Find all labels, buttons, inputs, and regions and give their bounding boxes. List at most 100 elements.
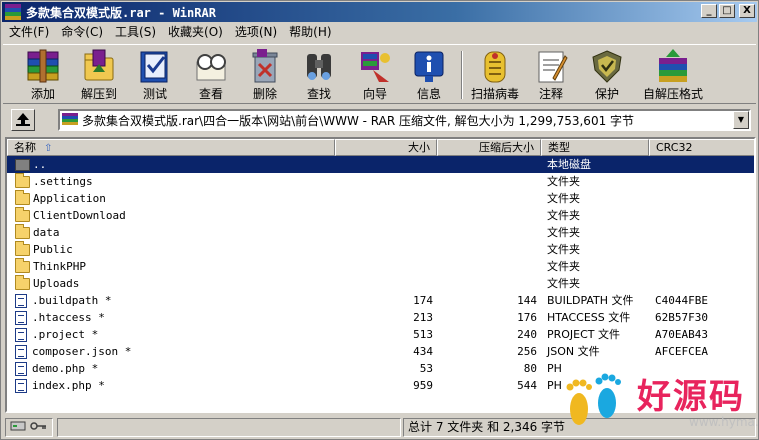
file-type: 文件夹 [547,260,580,273]
row-name: .. [7,156,335,173]
view-button[interactable]: 查看 [183,48,239,102]
status-drive-box [5,418,53,437]
col-crc[interactable]: CRC32 [649,139,754,156]
file-size [335,241,437,258]
file-crc [649,190,754,207]
sort-up-icon: ⇧ [44,143,53,154]
folder-row[interactable]: Uploads 文件夹 [7,275,754,292]
file-size [335,258,437,275]
add-button[interactable]: 添加 [15,48,71,102]
file-packed-size [437,241,541,258]
drive-key-icon [10,421,46,431]
folder-icon [15,275,30,290]
file-row[interactable]: .project * 513 240 PROJECT 文件 A70EAB43 [7,326,754,343]
row-name: Public [7,241,335,258]
extract-to-icon [81,48,117,84]
file-size: 174 [413,294,433,307]
menu-help[interactable]: 帮助(H) [283,23,337,42]
folder-row[interactable]: Public 文件夹 [7,241,754,258]
file-packed-size [437,173,541,190]
file-size: 434 [413,345,433,358]
toolbar: 添加 解压到 测试 查看 删除 查找 向导 信息 扫描病毒 注释 保护 自解压格… [3,44,756,104]
protect-button[interactable]: 保护 [579,48,635,102]
delete-button[interactable]: 删除 [237,48,293,102]
file-size [335,207,437,224]
file-name: .. [33,158,47,171]
file-name: Public [33,243,73,256]
file-crc: A70EAB43 [655,328,708,341]
file-crc: 62B57F30 [655,311,708,324]
file-name: Uploads [33,277,80,290]
find-button[interactable]: 查找 [291,48,347,102]
info-icon [411,48,447,84]
address-row: 多款集合双模式版.rar\四合一版本\网站\前台\WWW - RAR 压缩文件,… [3,107,756,133]
col-name[interactable]: 名称 ⇧ [7,139,335,156]
menu-tools[interactable]: 工具(S) [109,23,162,42]
folder-icon [15,258,30,273]
address-combo[interactable]: 多款集合双模式版.rar\四合一版本\网站\前台\WWW - RAR 压缩文件,… [58,109,751,131]
file-type: 文件夹 [547,175,580,188]
file-packed-size [437,224,541,241]
minimize-button[interactable]: _ [701,4,717,18]
col-type[interactable]: 类型 [541,139,649,156]
menu-file[interactable]: 文件(F) [3,23,55,42]
row-name: data [7,224,335,241]
title-bar[interactable]: 多款集合双模式版.rar - WinRAR _ □ X [2,2,757,22]
footprint-logo-icon [566,373,621,425]
maximize-button[interactable]: □ [719,4,735,18]
file-type: 文件夹 [547,277,580,290]
watermark-brand: 好源码 [637,377,745,417]
close-button[interactable]: X [739,4,755,18]
folder-row[interactable]: ThinkPHP 文件夹 [7,258,754,275]
file-type: 文件夹 [547,226,580,239]
menu-options[interactable]: 选项(N) [229,23,283,42]
row-name: .project * [7,326,335,343]
folder-row[interactable]: ClientDownload 文件夹 [7,207,754,224]
file-crc [649,207,754,224]
file-size [335,275,437,292]
file-name: index.php * [32,379,105,392]
file-row[interactable]: .buildpath * 174 144 BUILDPATH 文件 C4044FBE [7,292,754,309]
virus-scan-button[interactable]: 扫描病毒 [467,48,523,102]
folder-row[interactable]: data 文件夹 [7,224,754,241]
col-size[interactable]: 大小 [335,139,437,156]
file-crc: AFCEFCEA [655,345,708,358]
comment-button[interactable]: 注释 [523,48,579,102]
file-rows: .. 本地磁盘 .settings 文件夹 Application 文件夹 ClientDo… [7,156,754,394]
menu-favorites[interactable]: 收藏夹(O) [162,23,229,42]
protect-label: 保护 [594,87,619,101]
info-button[interactable]: 信息 [401,48,457,102]
rar-archive-icon [62,113,78,127]
row-name: Application [7,190,335,207]
dropdown-arrow-icon[interactable]: ▼ [733,111,749,129]
file-icon [15,293,27,308]
parent-dir-row[interactable]: .. 本地磁盘 [7,156,754,173]
file-name: .settings [33,175,93,188]
col-packed[interactable]: 压缩后大小 [437,139,541,156]
wizard-button[interactable]: 向导 [347,48,403,102]
folder-row[interactable]: .settings 文件夹 [7,173,754,190]
folder-icon [15,173,30,188]
file-packed-size: 256 [517,345,537,358]
row-name: .settings [7,173,335,190]
file-packed-size: 176 [517,311,537,324]
folder-icon [15,190,30,205]
row-name: ThinkPHP [7,258,335,275]
file-type: JSON 文件 [547,345,600,358]
sfx-button[interactable]: 自解压格式 [637,48,709,102]
row-name: .htaccess * [7,309,335,326]
menu-bar: 文件(F) 命令(C) 工具(S) 收藏夹(O) 选项(N) 帮助(H) [3,23,338,42]
file-name: data [33,226,60,239]
file-name: ThinkPHP [33,260,86,273]
folder-row[interactable]: Application 文件夹 [7,190,754,207]
test-button[interactable]: 测试 [127,48,183,102]
file-row[interactable]: .htaccess * 213 176 HTACCESS 文件 62B57F30 [7,309,754,326]
delete-icon [247,48,283,84]
file-icon [15,344,27,359]
up-folder-button[interactable] [11,109,35,131]
extract-to-button[interactable]: 解压到 [71,48,127,102]
file-type: 文件夹 [547,209,580,222]
file-row[interactable]: composer.json * 434 256 JSON 文件 AFCEFCEA [7,343,754,360]
row-name: ClientDownload [7,207,335,224]
menu-commands[interactable]: 命令(C) [55,23,109,42]
